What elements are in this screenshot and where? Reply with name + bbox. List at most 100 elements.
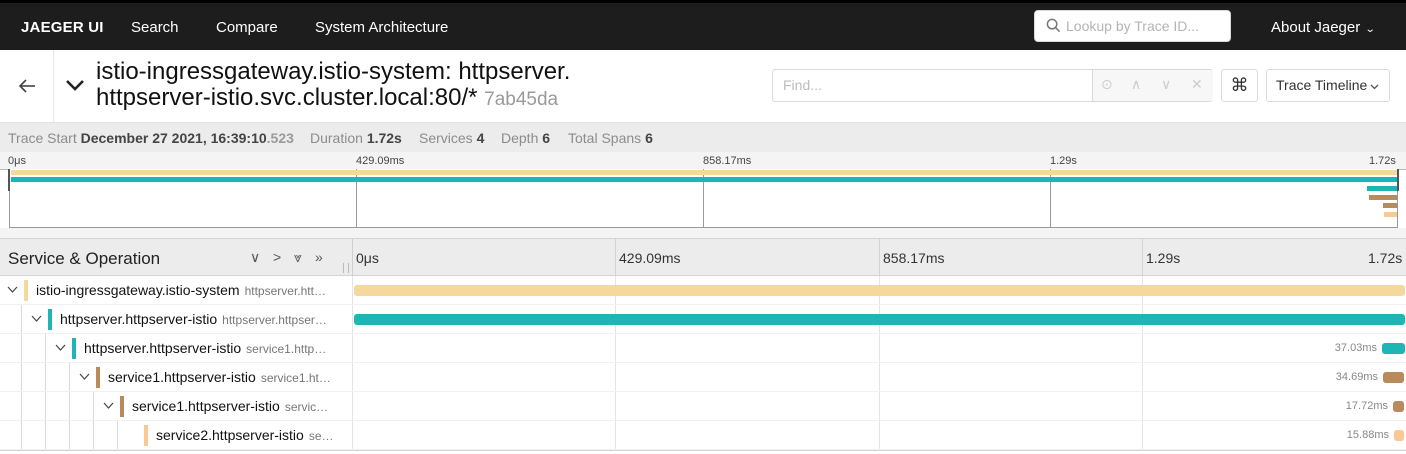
minimap-canvas[interactable] (8, 169, 1399, 228)
collapse-all-icon[interactable]: ⩔ (294, 249, 302, 266)
trace-id-input[interactable] (1066, 16, 1226, 36)
span-timeline-cell[interactable] (353, 305, 1406, 334)
nav-system-architecture[interactable]: System Architecture (315, 19, 448, 36)
chevron-down-icon[interactable] (79, 371, 90, 382)
span-duration-label: 37.03ms (1334, 342, 1377, 354)
span-row[interactable]: service1.httpserver-istio service1.ht… 34.… (0, 363, 1406, 392)
trace-minimap[interactable]: 0μs 429.09ms 858.17ms 1.29s 1.72s (0, 152, 1406, 238)
expand-all-icon[interactable]: » (315, 249, 323, 265)
minimap-span-bar (1384, 212, 1397, 217)
about-jaeger-menu[interactable]: About Jaeger ⌄ (1271, 19, 1376, 36)
trace-total-spans: Total Spans 6 (568, 130, 653, 146)
minimap-ticks: 0μs 429.09ms 858.17ms 1.29s 1.72s (0, 152, 1406, 170)
span-duration-label: 17.72ms (1345, 400, 1388, 412)
chevron-down-icon[interactable] (31, 313, 42, 324)
tree-guide-line (69, 363, 70, 392)
span-bar[interactable] (354, 285, 1405, 296)
span-name-cell[interactable]: service1.httpserver-istio servic… (0, 392, 352, 421)
tree-guide-line (21, 392, 22, 421)
trace-title-line1: istio-ingressgateway.istio-system: https… (96, 58, 571, 85)
span-bar[interactable] (1394, 430, 1404, 441)
brand-link[interactable]: JAEGER UI (21, 19, 104, 36)
chevron-down-icon[interactable]: ∨ (1161, 76, 1171, 93)
span-operation-name: se… (308, 429, 334, 443)
service-operation-title: Service & Operation (8, 249, 161, 268)
span-bar[interactable] (354, 314, 1405, 325)
expand-one-icon[interactable]: > (273, 249, 281, 265)
span-operation-name: service1.http… (246, 342, 327, 356)
span-duration-label: 15.88ms (1346, 429, 1389, 441)
trace-services: Services 4 (419, 130, 485, 146)
column-resize-handle[interactable] (343, 263, 349, 273)
chevron-down-icon[interactable] (55, 342, 66, 353)
span-row[interactable]: service1.httpserver-istio servic… 17.72ms (0, 392, 1406, 421)
chevron-down-icon[interactable] (103, 400, 114, 411)
span-row[interactable]: service2.httpserver-istio se… 15.88ms (0, 421, 1406, 450)
arrow-left-icon (18, 79, 35, 93)
chevron-down-icon[interactable] (7, 284, 18, 295)
span-timeline-cell[interactable]: 37.03ms (353, 334, 1406, 363)
keyboard-shortcuts-button[interactable]: ⌘ (1221, 69, 1258, 102)
span-row[interactable]: httpserver.httpserver-istio service1.http… (0, 334, 1406, 363)
tree-guide-line (45, 392, 46, 421)
span-name-cell[interactable]: istio-ingressgateway.istio-system httpser… (0, 276, 352, 305)
minimap-span-bar (1383, 203, 1397, 208)
minimap-span-bar (1367, 186, 1397, 191)
tree-guide-line (21, 334, 22, 363)
chevron-down-icon[interactable] (64, 74, 86, 96)
trace-summary: Trace Start December 27 2021, 16:39:10.5… (0, 122, 1406, 152)
span-timeline-cell[interactable]: 17.72ms (353, 392, 1406, 421)
chevron-down-icon (1370, 84, 1379, 90)
span-service-name: service1.httpserver-istio servic… (132, 398, 329, 414)
chevron-down-icon: ⌄ (1364, 24, 1376, 35)
timeline-tick: 1.72s (1368, 250, 1403, 266)
locate-icon[interactable]: ⊙ (1101, 76, 1113, 93)
span-name-cell[interactable]: service2.httpserver-istio se… (0, 421, 352, 450)
span-name-cell[interactable]: httpserver.httpserver-istio httpserver.ht… (0, 305, 352, 334)
minimap-tick: 858.17ms (703, 155, 752, 167)
find-input[interactable] (783, 77, 1083, 93)
minimap-left-handle[interactable] (8, 169, 10, 191)
service-color-marker (120, 396, 124, 417)
span-rows: istio-ingressgateway.istio-system httpser… (0, 276, 1406, 450)
span-timeline-cell[interactable]: 34.69ms (353, 363, 1406, 392)
span-bar[interactable] (1382, 343, 1405, 354)
span-operation-name: httpserver.htt… (244, 284, 326, 298)
span-bar[interactable] (1393, 401, 1404, 412)
span-timeline-cell[interactable] (353, 276, 1406, 305)
span-row[interactable]: istio-ingressgateway.istio-system httpser… (0, 276, 1406, 305)
view-mode-select[interactable]: Trace Timeline (1266, 69, 1390, 102)
search-icon (1046, 18, 1061, 33)
tree-guide-line (69, 392, 70, 421)
span-operation-name: httpserver.httpser… (222, 313, 327, 327)
collapse-one-icon[interactable]: ∨ (250, 249, 260, 266)
find-tools: ⊙ ∧ ∨ ✕ (1092, 70, 1213, 101)
trace-start: Trace Start December 27 2021, 16:39:10.5… (8, 130, 294, 146)
find-box: ⊙ ∧ ∨ ✕ (772, 69, 1213, 102)
minimap-right-handle[interactable] (1397, 169, 1399, 191)
minimap-span-bar (11, 177, 1397, 182)
span-service-name: service2.httpserver-istio se… (156, 427, 334, 443)
span-operation-name: servic… (284, 400, 329, 414)
timeline-tick: 1.29s (1146, 250, 1181, 266)
tree-guide-line (21, 421, 22, 450)
span-operation-name: service1.ht… (260, 371, 331, 385)
span-name-cell[interactable]: service1.httpserver-istio service1.ht… (0, 363, 352, 392)
close-icon[interactable]: ✕ (1191, 76, 1203, 93)
nav-compare[interactable]: Compare (216, 19, 278, 36)
back-button[interactable] (0, 50, 54, 122)
trace-page-header: istio-ingressgateway.istio-system: https… (0, 50, 1406, 122)
span-name-cell[interactable]: httpserver.httpserver-istio service1.http… (0, 334, 352, 363)
service-color-marker (144, 425, 148, 446)
chevron-up-icon[interactable]: ∧ (1131, 76, 1141, 93)
tree-guide-line (45, 363, 46, 392)
span-bar[interactable] (1383, 372, 1404, 383)
trace-id-lookup[interactable] (1034, 10, 1231, 42)
timeline-header: Service & Operation ∨ > ⩔ » 0μs 429.09ms… (0, 238, 1406, 277)
minimap-tick: 1.72s (1369, 155, 1396, 167)
trace-depth: Depth 6 (501, 130, 551, 146)
span-row[interactable]: httpserver.httpserver-istio httpserver.ht… (0, 305, 1406, 334)
nav-search[interactable]: Search (131, 19, 179, 36)
span-service-name: istio-ingressgateway.istio-system httpser… (36, 282, 326, 298)
span-timeline-cell[interactable]: 15.88ms (353, 421, 1406, 450)
